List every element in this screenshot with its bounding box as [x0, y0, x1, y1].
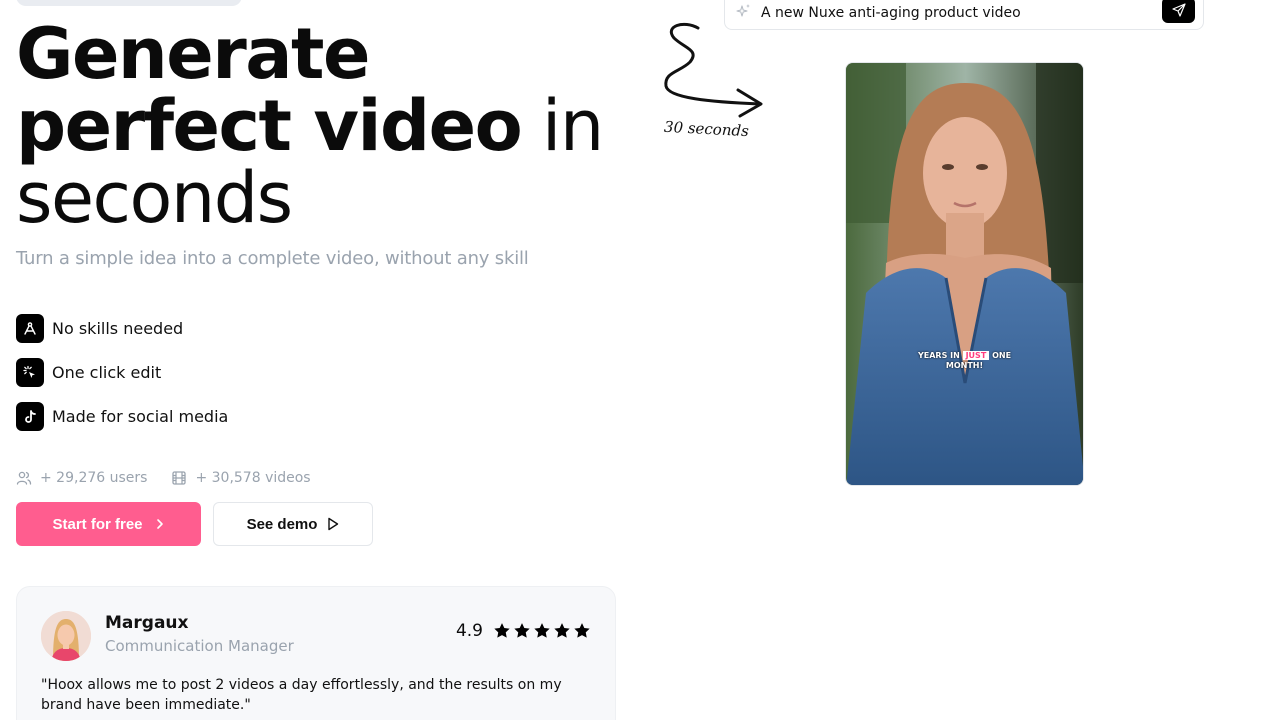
videos-stat: + 30,578 videos — [171, 470, 311, 486]
start-for-free-label: Start for free — [52, 515, 143, 533]
feature-list: No skills needed One click edit Made for… — [16, 314, 228, 446]
play-icon — [328, 517, 339, 531]
testimonial-role: Communication Manager — [105, 637, 294, 655]
top-badge — [16, 0, 242, 6]
video-preview[interactable]: YEARS IN JUST ONE MONTH! — [845, 62, 1084, 486]
caption-pre: YEARS IN — [917, 351, 963, 360]
feature-label: No skills needed — [52, 319, 184, 338]
users-icon — [16, 471, 32, 485]
feature-item: One click edit — [16, 358, 228, 387]
hero-title-bold-1: Generate — [16, 13, 370, 95]
hero-subtitle: Turn a simple idea into a complete video… — [16, 248, 529, 269]
users-stat: + 29,276 users — [16, 470, 147, 486]
star-icon — [494, 623, 510, 638]
hero-title: Generate perfect video in seconds — [16, 18, 636, 234]
sparkles-icon — [736, 4, 750, 17]
click-icon — [16, 358, 44, 387]
prompt-input[interactable]: A new Nuxe anti-aging product video — [724, 0, 1204, 30]
rating: 4.9 — [456, 621, 591, 641]
prompt-text: A new Nuxe anti-aging product video — [761, 5, 1021, 21]
chevron-right-icon — [156, 519, 163, 529]
hero-title-normal-1: in — [521, 85, 604, 167]
avatar — [41, 611, 91, 661]
feature-item: No skills needed — [16, 314, 228, 343]
star-icon — [574, 623, 590, 638]
hero-title-bold-2: perfect video — [16, 85, 523, 167]
feature-label: Made for social media — [52, 407, 229, 426]
videos-count: + 30,578 videos — [195, 470, 311, 486]
tiktok-icon — [16, 402, 44, 431]
doodle-label: 30 seconds — [663, 117, 750, 141]
testimonial-name: Margaux — [105, 613, 189, 633]
film-icon — [172, 471, 187, 485]
star-icon — [554, 623, 570, 638]
stats-row: + 29,276 users + 30,578 videos — [16, 470, 335, 486]
star-icon — [534, 623, 550, 638]
caption-line-2: MONTH! — [945, 361, 984, 370]
testimonial-card: Margaux Communication Manager 4.9 "Hoox … — [16, 586, 616, 720]
send-button[interactable] — [1162, 0, 1195, 23]
compass-icon — [16, 314, 44, 343]
see-demo-button[interactable]: See demo — [213, 502, 373, 546]
start-for-free-button[interactable]: Start for free — [16, 502, 201, 546]
caption-post: ONE — [989, 351, 1012, 360]
see-demo-label: See demo — [246, 515, 318, 533]
testimonial-quote: "Hoox allows me to post 2 videos a day e… — [41, 677, 562, 713]
hero-title-normal-2: seconds — [16, 157, 293, 239]
star-icon — [514, 623, 530, 638]
arrow-doodle-icon — [664, 22, 763, 118]
rating-score: 4.9 — [455, 621, 483, 641]
video-caption: YEARS IN JUST ONE MONTH! — [846, 351, 1083, 371]
video-frame — [846, 63, 1083, 485]
feature-label: One click edit — [52, 363, 162, 382]
send-icon — [1171, 3, 1186, 17]
users-count: + 29,276 users — [40, 470, 148, 486]
feature-item: Made for social media — [16, 402, 228, 431]
caption-highlight: JUST — [962, 351, 990, 360]
